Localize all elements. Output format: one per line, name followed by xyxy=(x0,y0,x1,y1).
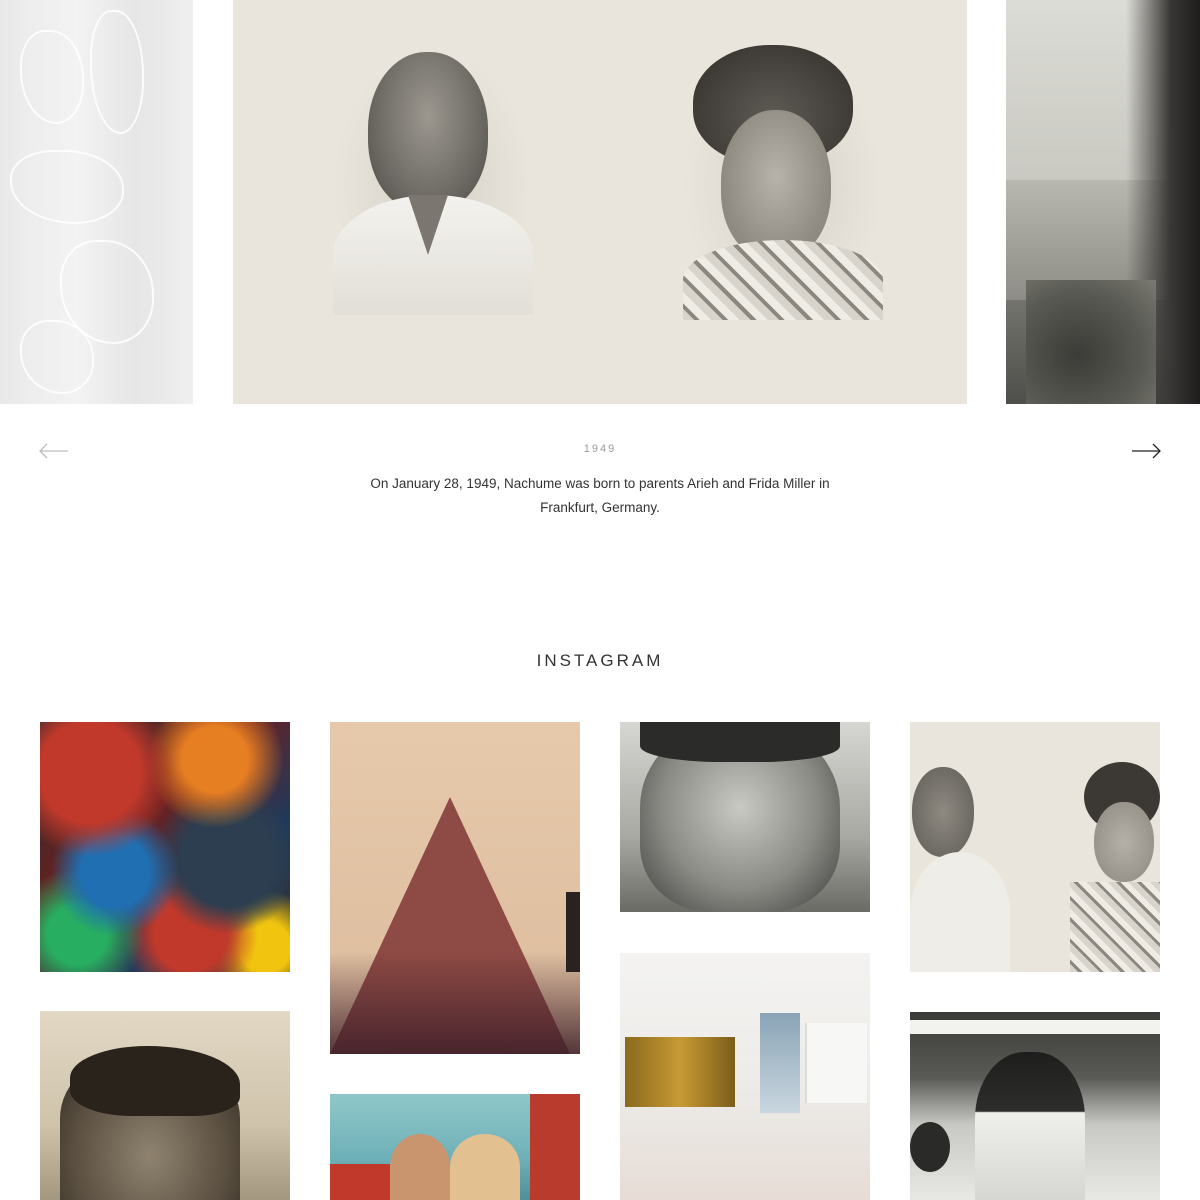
instagram-post-abstract-painting[interactable] xyxy=(40,722,290,972)
slide-year: 1949 xyxy=(583,443,617,455)
instagram-post-group-on-boat[interactable] xyxy=(330,1094,580,1200)
slide-prev-image[interactable] xyxy=(0,0,193,404)
portrait-father xyxy=(323,40,543,320)
slide-current-image[interactable] xyxy=(233,0,967,404)
instagram-heading: INSTAGRAM xyxy=(536,651,664,670)
instagram-post-gallery-interior[interactable] xyxy=(620,953,870,1200)
slide-caption: On January 28, 1949, Nachume was born to… xyxy=(370,476,830,515)
instagram-post-young-man-portrait[interactable] xyxy=(40,1011,290,1200)
instagram-post-portrait-man[interactable] xyxy=(620,722,870,912)
slide-next-image[interactable] xyxy=(1006,0,1200,404)
instagram-post-man-in-gallery[interactable] xyxy=(910,1012,1160,1200)
portrait-mother xyxy=(673,40,893,320)
instagram-post-red-triangle-photo[interactable] xyxy=(330,722,580,1054)
instagram-post-couple-portraits[interactable] xyxy=(910,722,1160,972)
